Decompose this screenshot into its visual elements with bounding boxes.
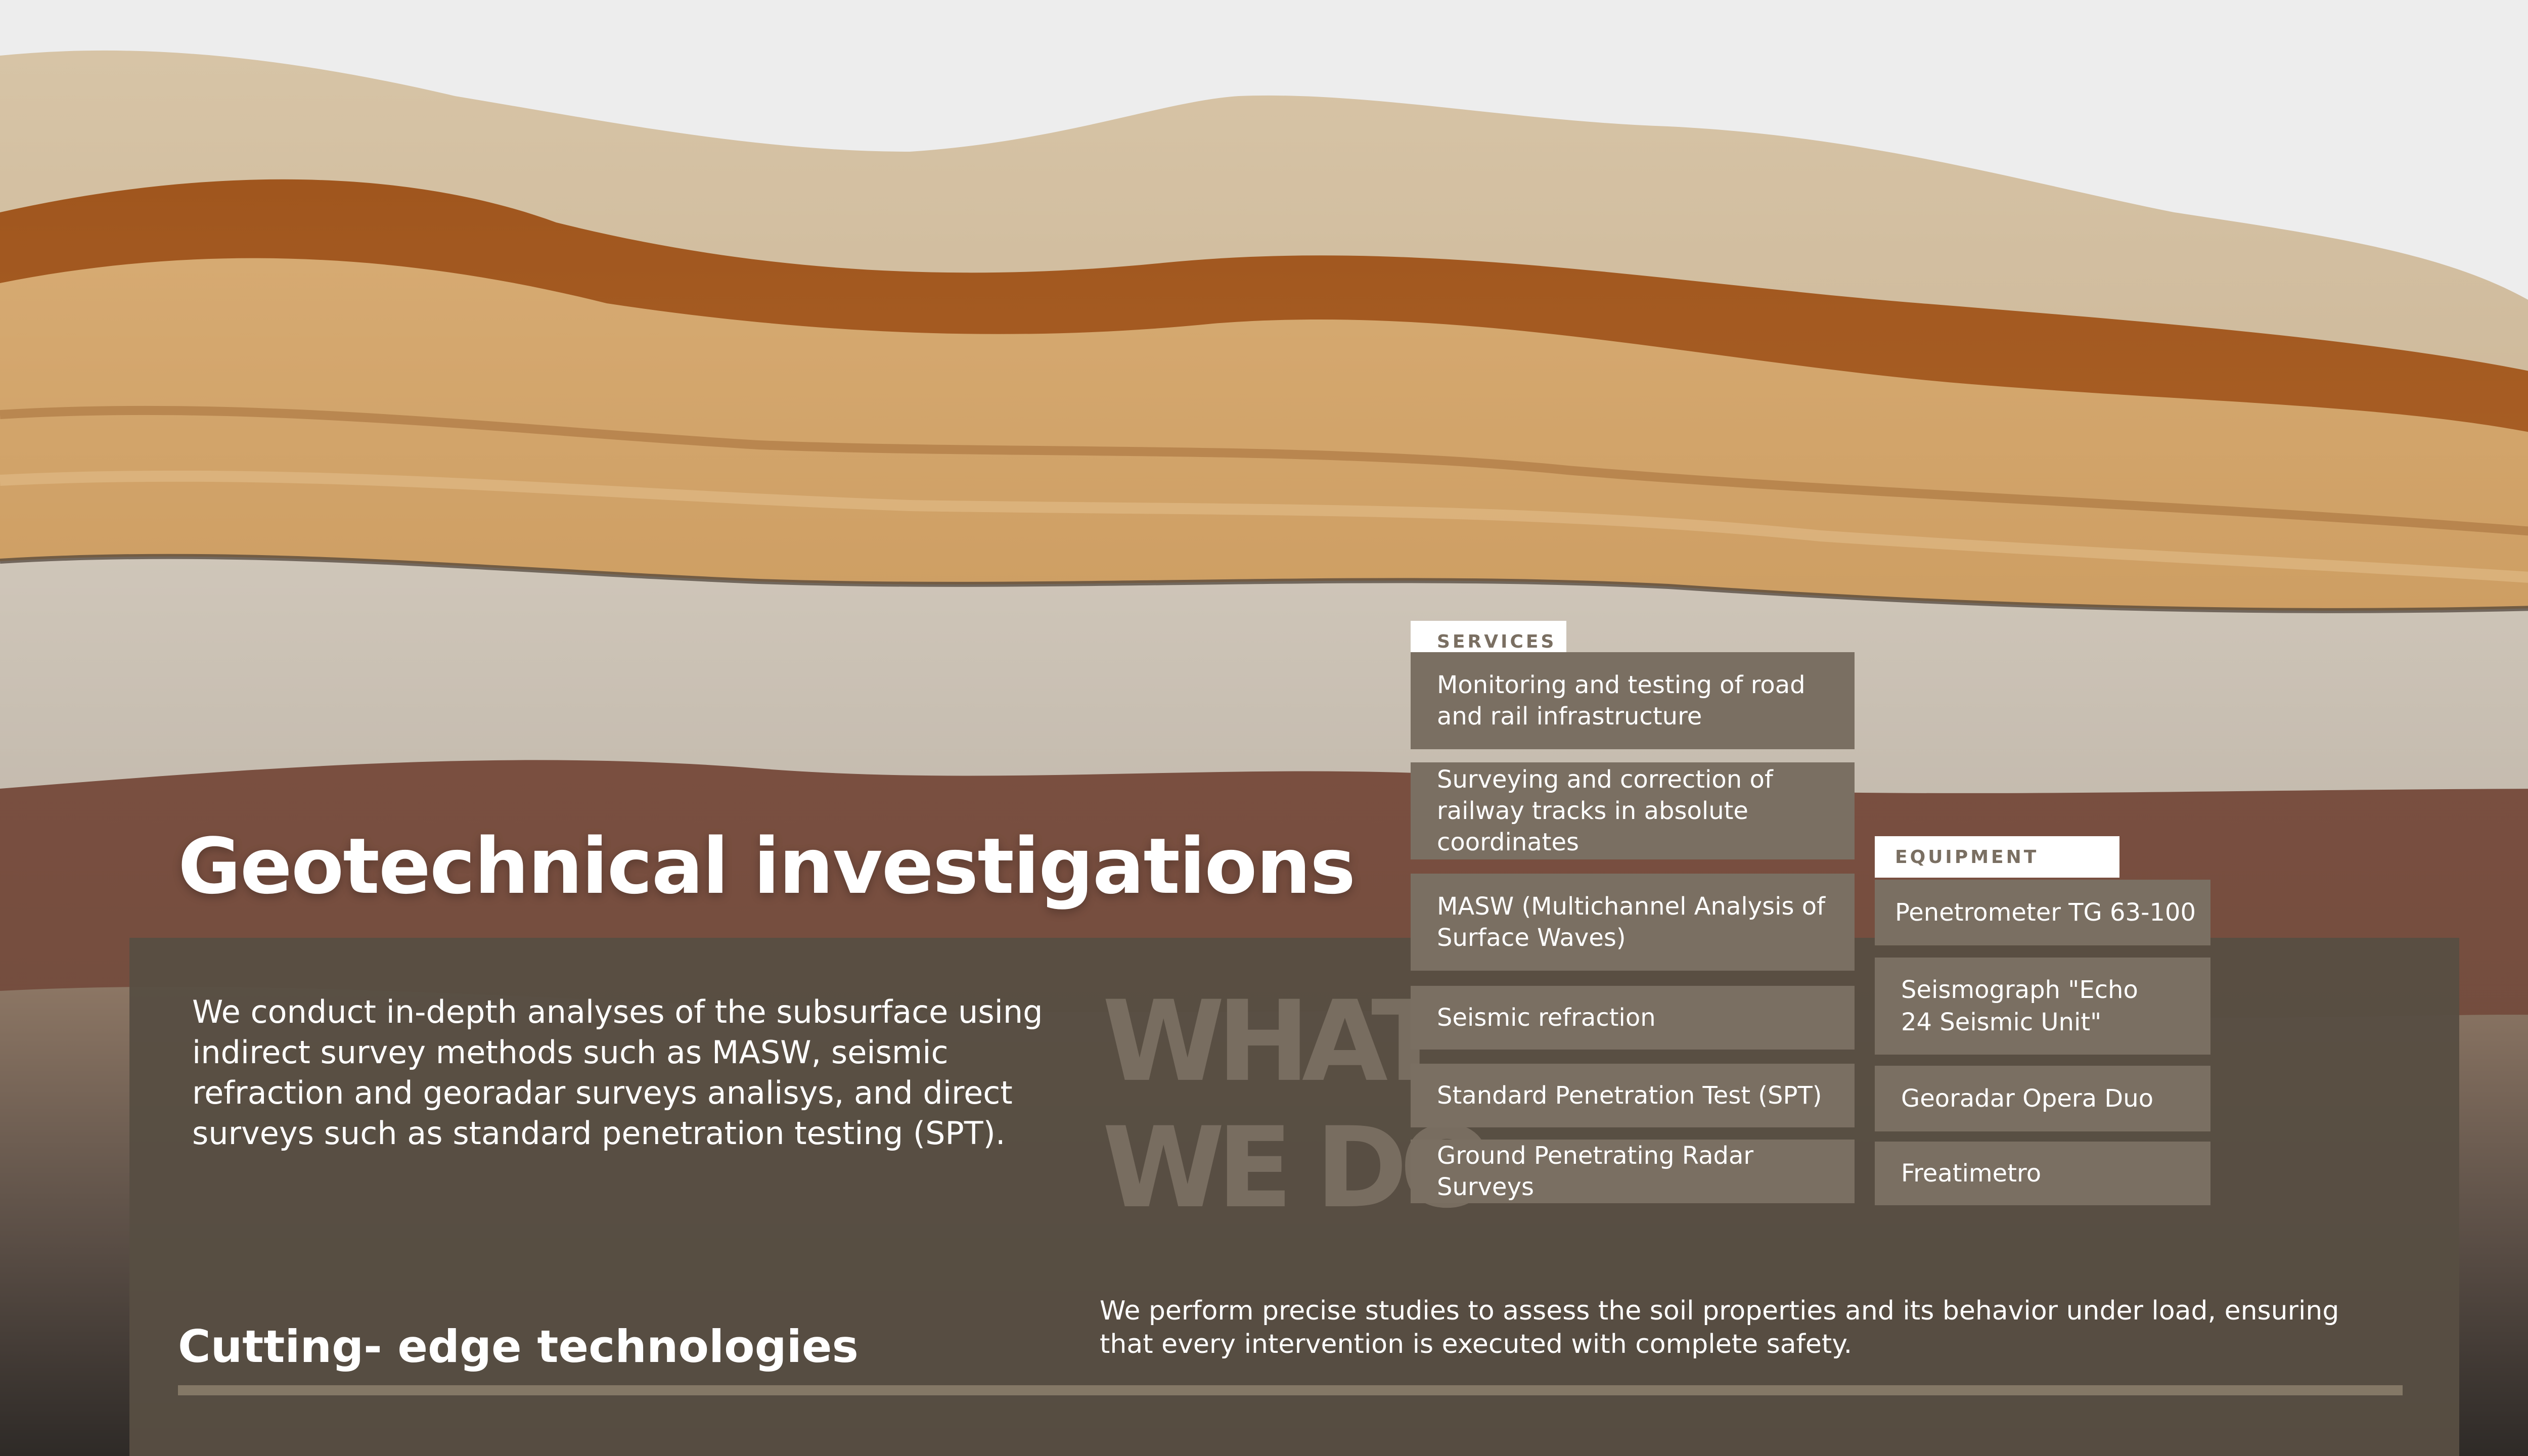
equipment-item[interactable]: Georadar Opera Duo	[1875, 1066, 2210, 1131]
service-item-label: Surveying and correction of railway trac…	[1437, 765, 1773, 856]
equipment-item-label: Georadar Opera Duo	[1901, 1084, 2154, 1113]
service-item-label: Standard Penetration Test (SPT)	[1437, 1081, 1822, 1110]
watermark-line-1: WHAT	[1102, 977, 1447, 1106]
safety-note: We perform precise studies to assess the…	[1100, 1296, 2339, 1359]
service-item-label: MASW (Multichannel Analysis of Surface W…	[1437, 892, 1825, 952]
service-item[interactable]: Surveying and correction of railway trac…	[1411, 762, 1855, 859]
equipment-item-label: Seismograph "Echo 24 Seismic Unit"	[1901, 976, 2138, 1036]
intro-text: We conduct in-depth analyses of the subs…	[192, 993, 1043, 1152]
service-item[interactable]: Standard Penetration Test (SPT)	[1411, 1064, 1855, 1127]
equipment-item[interactable]: Seismograph "Echo 24 Seismic Unit"	[1875, 958, 2210, 1055]
service-item-label: Monitoring and testing of road and rail …	[1437, 671, 1805, 731]
service-item[interactable]: Ground Penetrating Radar Surveys	[1411, 1140, 1855, 1203]
equipment-item-label: Penetrometer TG 63-100	[1895, 898, 2196, 927]
service-item[interactable]: MASW (Multichannel Analysis of Surface W…	[1411, 874, 1855, 971]
divider-line	[178, 1385, 2403, 1395]
service-item[interactable]: Monitoring and testing of road and rail …	[1411, 652, 1855, 749]
section-subtitle: Cutting- edge technologies	[178, 1321, 859, 1373]
service-item[interactable]: Seismic refraction	[1411, 986, 1855, 1050]
equipment-item[interactable]: Penetrometer TG 63-100	[1875, 880, 2210, 945]
page-title: Geotechnical investigations	[178, 822, 1356, 911]
service-item-label: Ground Penetrating Radar Surveys	[1437, 1142, 1754, 1201]
equipment-item[interactable]: Freatimetro	[1875, 1142, 2210, 1205]
equipment-tab[interactable]: EQUIPMENT	[1875, 836, 2119, 878]
equipment-item-label: Freatimetro	[1901, 1159, 2042, 1188]
service-item-label: Seismic refraction	[1437, 1004, 1656, 1032]
